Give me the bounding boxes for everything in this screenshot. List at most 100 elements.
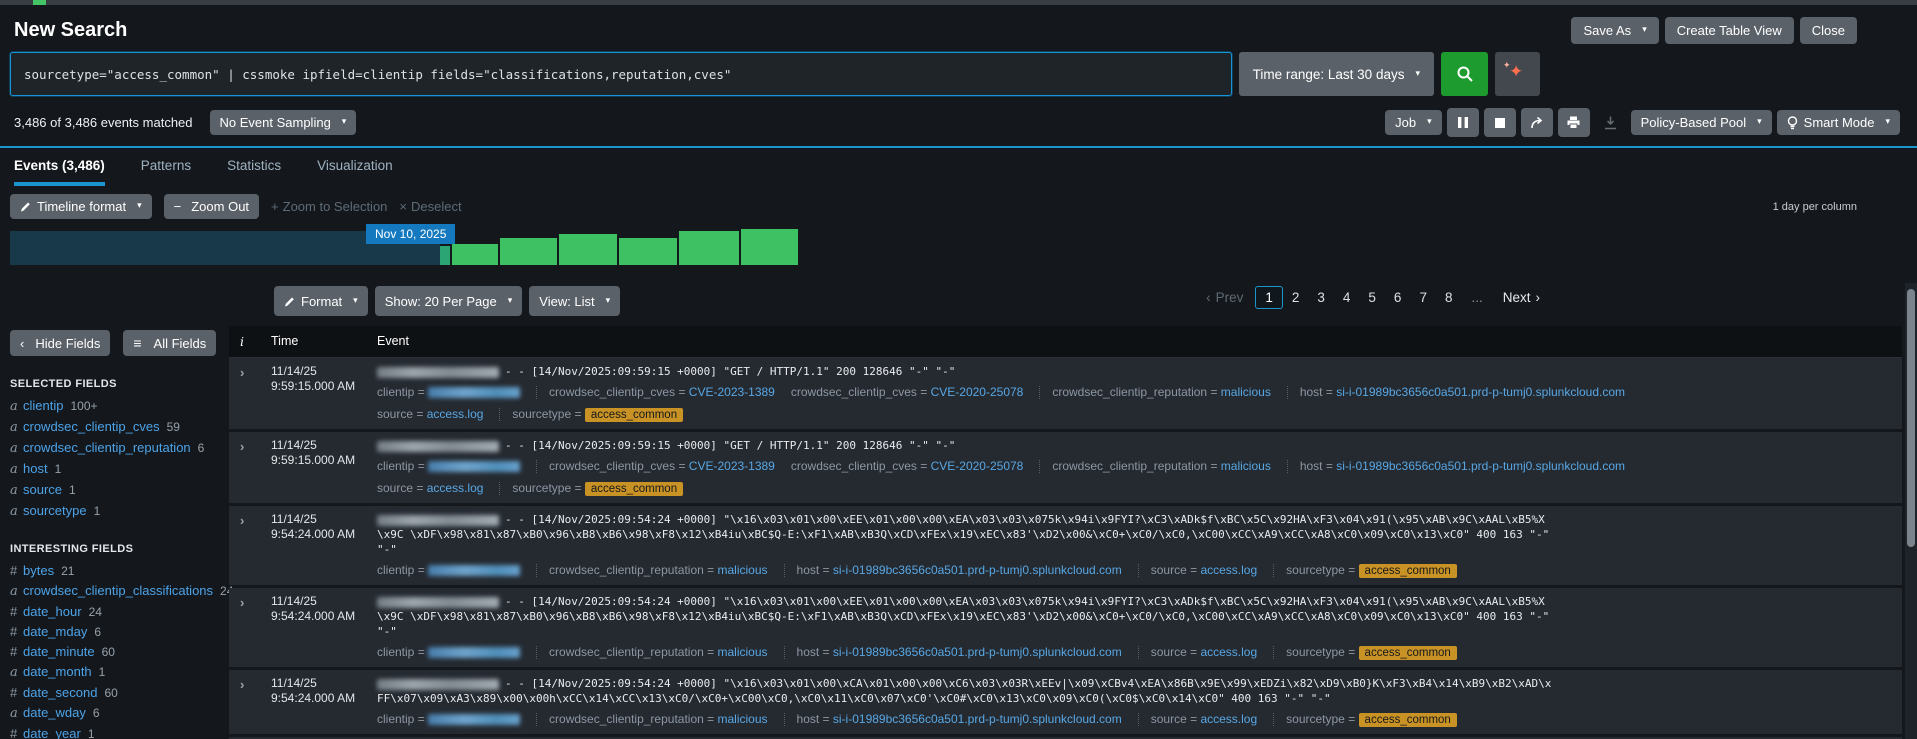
field-key[interactable]: source: [1151, 563, 1187, 577]
search-mode-button[interactable]: Smart Mode: [1777, 110, 1900, 135]
run-search-button[interactable]: [1441, 52, 1488, 96]
create-table-view-button[interactable]: Create Table View: [1665, 17, 1794, 44]
field-key[interactable]: host: [797, 645, 820, 659]
field-item-date_month[interactable]: adate_month1: [10, 662, 229, 683]
timeline-bar[interactable]: [741, 229, 798, 265]
field-link[interactable]: crowdsec_clientip_reputation: [23, 440, 191, 455]
timeline-bar[interactable]: [500, 238, 557, 265]
all-fields-button[interactable]: All Fields: [123, 330, 216, 356]
field-key[interactable]: sourcetype: [512, 407, 571, 421]
field-key[interactable]: crowdsec_clientip_reputation: [549, 563, 704, 577]
field-key[interactable]: host: [1300, 459, 1323, 473]
field-link[interactable]: date_wday: [23, 705, 86, 720]
field-value-link[interactable]: si-i-01989bc3656c0a501.prd-p-tumj0.splun…: [833, 712, 1122, 726]
field-link[interactable]: source: [23, 482, 62, 497]
per-page-button[interactable]: Show: 20 Per Page: [375, 286, 523, 316]
field-link[interactable]: date_month: [23, 664, 92, 679]
zoom-to-selection-button[interactable]: Zoom to Selection: [271, 199, 387, 214]
search-input[interactable]: sourcetype="access_common" | cssmoke ipf…: [10, 52, 1232, 96]
expand-chevron-icon[interactable]: ›: [240, 677, 244, 692]
tab-patterns[interactable]: Patterns: [141, 158, 191, 186]
pause-button[interactable]: [1447, 108, 1479, 137]
field-link[interactable]: sourcetype: [23, 503, 87, 518]
field-item-date_mday[interactable]: #date_mday6: [10, 622, 229, 642]
field-link[interactable]: host: [23, 461, 48, 476]
field-link[interactable]: clientip: [23, 398, 63, 413]
prev-page-button[interactable]: Prev: [1206, 290, 1243, 305]
next-page-button[interactable]: Next: [1503, 290, 1540, 305]
tab-visualization[interactable]: Visualization: [317, 158, 393, 186]
scrollbar-thumb[interactable]: [1907, 289, 1915, 547]
field-value-link[interactable]: malicious: [1221, 385, 1271, 399]
page-button-1[interactable]: 1: [1255, 286, 1283, 309]
field-value-link[interactable]: CVE-2020-25078: [931, 459, 1024, 473]
field-key[interactable]: clientip: [377, 563, 414, 577]
stop-button[interactable]: [1484, 108, 1516, 137]
pool-selector-button[interactable]: Policy-Based Pool: [1631, 110, 1772, 135]
page-button-5[interactable]: 5: [1359, 287, 1385, 308]
field-key[interactable]: clientip: [377, 645, 414, 659]
field-value-link[interactable]: access.log: [1200, 563, 1257, 577]
field-key[interactable]: clientip: [377, 385, 414, 399]
field-value-link[interactable]: CVE-2020-25078: [931, 385, 1024, 399]
page-button-2[interactable]: 2: [1283, 287, 1309, 308]
timeline-bar[interactable]: [619, 238, 677, 265]
field-key[interactable]: crowdsec_clientip_reputation: [1052, 459, 1207, 473]
field-item-crowdsec_clientip_cves[interactable]: acrowdsec_clientip_cves59: [10, 417, 229, 438]
expand-chevron-icon[interactable]: ›: [240, 439, 244, 454]
tab-events-3-486-[interactable]: Events (3,486): [14, 158, 105, 186]
field-key[interactable]: sourcetype: [1286, 645, 1345, 659]
field-key[interactable]: crowdsec_clientip_reputation: [1052, 385, 1207, 399]
field-key[interactable]: crowdsec_clientip_cves: [549, 459, 675, 473]
field-value-link[interactable]: si-i-01989bc3656c0a501.prd-p-tumj0.splun…: [1336, 385, 1625, 399]
field-item-crowdsec_clientip_reputation[interactable]: acrowdsec_clientip_reputation6: [10, 438, 229, 459]
field-value-link[interactable]: malicious: [718, 645, 768, 659]
field-link[interactable]: date_second: [23, 685, 97, 700]
field-value-link[interactable]: malicious: [1221, 459, 1271, 473]
field-item-clientip[interactable]: aclientip100+: [10, 396, 229, 417]
field-item-date_minute[interactable]: #date_minute60: [10, 642, 229, 662]
field-key[interactable]: sourcetype: [1286, 563, 1345, 577]
ai-assistant-button[interactable]: [1495, 52, 1540, 96]
field-key[interactable]: crowdsec_clientip_reputation: [549, 645, 704, 659]
field-item-sourcetype[interactable]: asourcetype1: [10, 501, 229, 522]
job-menu-button[interactable]: Job: [1385, 110, 1442, 135]
page-button-8[interactable]: 8: [1436, 287, 1462, 308]
expand-chevron-icon[interactable]: ›: [240, 513, 244, 528]
event-sampling-button[interactable]: No Event Sampling: [210, 110, 357, 135]
field-value-link[interactable]: access.log: [1200, 712, 1257, 726]
view-selector-button[interactable]: View: List: [529, 286, 620, 316]
field-key[interactable]: source: [1151, 645, 1187, 659]
field-item-crowdsec_clientip_classifications[interactable]: acrowdsec_clientip_classifications24: [10, 581, 229, 602]
field-key[interactable]: crowdsec_clientip_cves: [791, 385, 917, 399]
timeline-bar[interactable]: [452, 244, 498, 265]
export-button[interactable]: [1604, 116, 1617, 130]
field-key[interactable]: crowdsec_clientip_cves: [549, 385, 675, 399]
sourcetype-badge[interactable]: access_common: [585, 408, 683, 422]
timeline-histogram[interactable]: Nov 10, 2025: [10, 227, 1905, 265]
field-value-link[interactable]: access.log: [427, 481, 484, 495]
field-item-date_wday[interactable]: adate_wday6: [10, 703, 229, 724]
field-key[interactable]: source: [377, 481, 413, 495]
close-button[interactable]: Close: [1800, 17, 1857, 44]
expand-chevron-icon[interactable]: ›: [240, 595, 244, 610]
print-button[interactable]: [1558, 108, 1590, 137]
timeline-format-button[interactable]: Timeline format: [10, 194, 152, 219]
field-key[interactable]: sourcetype: [1286, 712, 1345, 726]
timeline-bar[interactable]: [440, 246, 450, 265]
field-item-date_second[interactable]: #date_second60: [10, 683, 229, 703]
field-value-link[interactable]: malicious: [718, 563, 768, 577]
expand-chevron-icon[interactable]: ›: [240, 365, 244, 380]
sourcetype-badge[interactable]: access_common: [1359, 713, 1457, 727]
field-value-link[interactable]: si-i-01989bc3656c0a501.prd-p-tumj0.splun…: [1336, 459, 1625, 473]
field-value-link[interactable]: malicious: [718, 712, 768, 726]
field-key[interactable]: source: [377, 407, 413, 421]
save-as-button[interactable]: Save As: [1571, 17, 1658, 44]
field-link[interactable]: date_mday: [23, 624, 87, 639]
time-range-picker[interactable]: Time range: Last 30 days: [1239, 52, 1434, 96]
field-value-link[interactable]: CVE-2023-1389: [689, 459, 775, 473]
timeline-bar[interactable]: [679, 231, 739, 265]
field-value-link[interactable]: access.log: [427, 407, 484, 421]
field-key[interactable]: host: [797, 563, 820, 577]
field-value-link[interactable]: si-i-01989bc3656c0a501.prd-p-tumj0.splun…: [833, 645, 1122, 659]
